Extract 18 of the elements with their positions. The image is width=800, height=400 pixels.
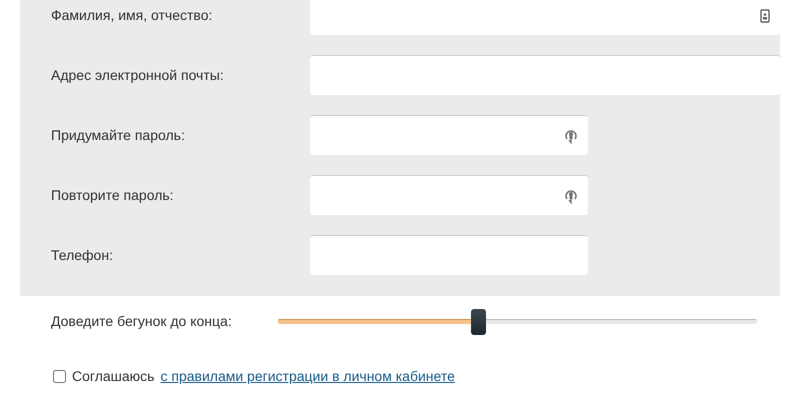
rules-link[interactable]: с правилами регистрации в личном кабинете bbox=[160, 368, 455, 384]
key-icon bbox=[564, 128, 578, 144]
field-label: Телефон: bbox=[50, 247, 114, 263]
slider-label: Доведите бегунок до конца: bbox=[50, 313, 233, 329]
slider-handle[interactable] bbox=[471, 308, 486, 334]
field-label: Повторите пароль: bbox=[50, 187, 175, 203]
input-field[interactable] bbox=[310, 175, 588, 215]
field-label: Придумайте пароль: bbox=[50, 127, 186, 143]
input-field[interactable] bbox=[310, 235, 588, 275]
agreement-text: Соглашаюсь bbox=[72, 368, 154, 384]
field-label: Адрес электронной почты: bbox=[50, 67, 225, 83]
field-label: Фамилия, имя, отчество: bbox=[50, 7, 214, 23]
input-field[interactable] bbox=[310, 115, 588, 155]
input-field[interactable] bbox=[310, 55, 780, 95]
key-icon bbox=[564, 188, 578, 204]
checkbox[interactable] bbox=[53, 370, 66, 382]
contact-card-icon bbox=[760, 8, 770, 22]
input-field[interactable] bbox=[310, 0, 780, 35]
